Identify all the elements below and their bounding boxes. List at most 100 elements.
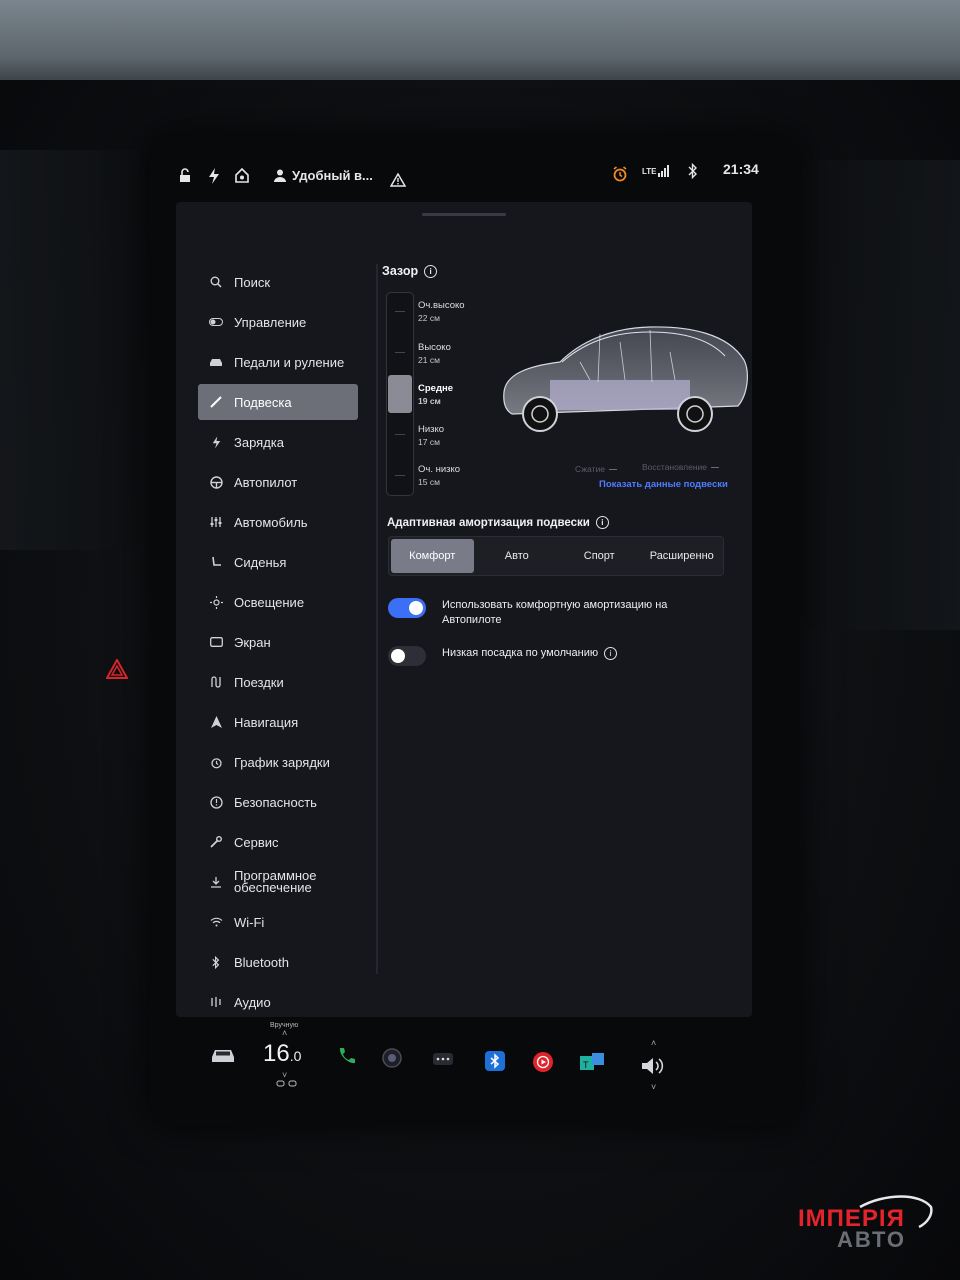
info-icon[interactable]: i [595, 516, 609, 529]
sidebar-item-label: Экран [234, 634, 271, 650]
cabin-temperature[interactable]: 16.0 [263, 1040, 301, 1068]
sidebar-item-display[interactable]: Экран [198, 624, 358, 660]
sidebar-item-search[interactable]: Поиск [198, 264, 358, 300]
temp-up-chevron-icon[interactable]: ˄ [282, 1028, 287, 1038]
homelink-icon[interactable] [234, 168, 250, 183]
toggle-knob [409, 601, 423, 615]
sidebar-item-wifi[interactable]: Wi-Fi [198, 904, 358, 940]
lock-open-icon[interactable] [178, 168, 192, 182]
sidebar-item-audio[interactable]: Аудио [198, 984, 358, 1017]
settings-screen: Поиск Управление Педали и руление Подвес… [176, 202, 752, 1017]
level-name: Низко [418, 424, 445, 435]
comfort-autopilot-toggle[interactable] [388, 598, 426, 618]
ride-height-thumb[interactable] [388, 375, 412, 413]
mode-sport-button[interactable]: Спорт [558, 537, 641, 575]
volume-icon[interactable] [640, 1056, 666, 1076]
sidebar-item-charge-schedule[interactable]: График зарядки [198, 744, 358, 780]
level-name: Оч.высоко [418, 300, 465, 311]
level-very-high[interactable]: Оч.высоко 22 см [418, 300, 465, 324]
level-value: 22 см [418, 313, 440, 323]
bottom-dock: Вручную ˄ 16.0 ˅ T ˄ ˅ [200, 1018, 760, 1098]
volume-up-chevron-icon[interactable]: ˄ [651, 1038, 656, 1048]
sidebar-item-controls[interactable]: Управление [198, 304, 358, 340]
sidebar-item-label: Навигация [234, 714, 299, 730]
sidebar-item-label: Сервис [234, 834, 279, 850]
steering-wheel-icon [208, 474, 224, 490]
volume-down-chevron-icon[interactable]: ˅ [651, 1082, 656, 1092]
adaptive-damping-title: Адаптивная амортизация подвески i [387, 516, 609, 529]
sidebar-item-software[interactable]: Программное обеспечение [198, 864, 358, 900]
tidal-app-icon[interactable]: T [579, 1052, 607, 1072]
svg-text:T: T [583, 1060, 589, 1070]
sidebar-item-label: График зарядки [234, 754, 330, 770]
sidebar-item-pedals-steering[interactable]: Педали и руление [198, 344, 358, 380]
shield-info-icon [208, 794, 224, 810]
level-high[interactable]: Высоко 21 см [418, 342, 451, 366]
bluetooth-icon[interactable] [688, 163, 698, 179]
wrench-service-icon [208, 834, 224, 850]
info-icon[interactable]: i [424, 264, 438, 278]
sidebar-item-charging[interactable]: Зарядка [198, 424, 358, 460]
sidebar-item-label: Программное обеспечение [234, 868, 317, 895]
ride-height-title: Зазор i [382, 264, 732, 278]
status-bar: Удобный в... LTE 21:34 [170, 160, 770, 200]
mode-comfort-button[interactable]: Комфорт [391, 539, 474, 573]
phone-icon[interactable] [336, 1046, 356, 1066]
sidebar-item-label: Bluetooth [234, 954, 289, 970]
level-very-low[interactable]: Оч. низко 15 см [418, 464, 460, 488]
mode-advanced-button[interactable]: Расширенно [641, 537, 724, 575]
alert-triangle-icon[interactable] [390, 173, 406, 187]
navigation-icon [208, 714, 224, 730]
settings-sidebar: Поиск Управление Педали и руление Подвес… [198, 264, 358, 1017]
sidebar-item-label: Подвеска [234, 394, 292, 410]
car-icon[interactable] [210, 1046, 236, 1064]
bluetooth-app-icon[interactable] [484, 1050, 506, 1072]
temp-down-chevron-icon[interactable]: ˅ [282, 1070, 287, 1080]
right-dashboard-panel [800, 160, 960, 630]
show-suspension-data-link[interactable]: Показать данные подвески [599, 479, 728, 490]
trips-icon [208, 674, 224, 690]
sidebar-item-vehicle[interactable]: Автомобиль [198, 504, 358, 540]
comfort-autopilot-row: Использовать комфортную амортизацию на А… [388, 598, 712, 628]
car-xray-illustration [503, 326, 748, 432]
camera-icon[interactable] [382, 1048, 402, 1068]
more-icon[interactable] [432, 1052, 454, 1066]
seat-heater-icon[interactable] [276, 1080, 298, 1088]
legend-compression-label: Сжатие [575, 464, 605, 474]
sidebar-item-trips[interactable]: Поездки [198, 664, 358, 700]
sidebar-item-service[interactable]: Сервис [198, 824, 358, 860]
sidebar-item-label: Освещение [234, 594, 305, 610]
logo-line-2: АВТО [837, 1227, 906, 1252]
bolt-icon [208, 434, 224, 450]
sidebar-item-suspension[interactable]: Подвеска [198, 384, 358, 420]
ride-height-title-text: Зазор [382, 264, 419, 278]
level-name: Оч. низко [418, 464, 461, 475]
sidebar-item-lighting[interactable]: Освещение [198, 584, 358, 620]
toggle-knob [391, 649, 405, 663]
sidebar-item-navigation[interactable]: Навигация [198, 704, 358, 740]
ride-height-slider[interactable] [386, 292, 414, 496]
pull-handle[interactable] [422, 213, 506, 216]
audio-icon [208, 994, 224, 1010]
comfort-autopilot-label: Использовать комфортную амортизацию на А… [442, 599, 668, 626]
search-icon [208, 274, 224, 290]
sidebar-item-seats[interactable]: Сиденья [198, 544, 358, 580]
sidebar-item-safety[interactable]: Безопасность [198, 784, 358, 820]
damping-mode-selector: Комфорт Авто Спорт Расширенно [388, 536, 724, 576]
network-label: LTE [642, 166, 657, 176]
level-medium[interactable]: Средне 19 см [418, 383, 453, 407]
music-app-icon[interactable] [532, 1051, 554, 1073]
info-icon[interactable]: i [604, 647, 618, 660]
mode-auto-button[interactable]: Авто [476, 537, 559, 575]
level-low[interactable]: Низко 17 см [418, 424, 444, 448]
low-ride-toggle[interactable] [388, 646, 426, 666]
driver-profile[interactable]: Удобный в... [274, 168, 373, 183]
bolt-icon[interactable] [208, 168, 220, 184]
adaptive-damping-title-text: Адаптивная амортизация подвески [387, 516, 590, 529]
low-ride-label: Низкая посадка по умолчанию [442, 647, 599, 659]
sidebar-item-bluetooth[interactable]: Bluetooth [198, 944, 358, 980]
sidebar-item-autopilot[interactable]: Автопилот [198, 464, 358, 500]
level-name: Средне [418, 383, 453, 394]
alarm-icon [612, 166, 628, 182]
level-name: Высоко [418, 342, 451, 353]
